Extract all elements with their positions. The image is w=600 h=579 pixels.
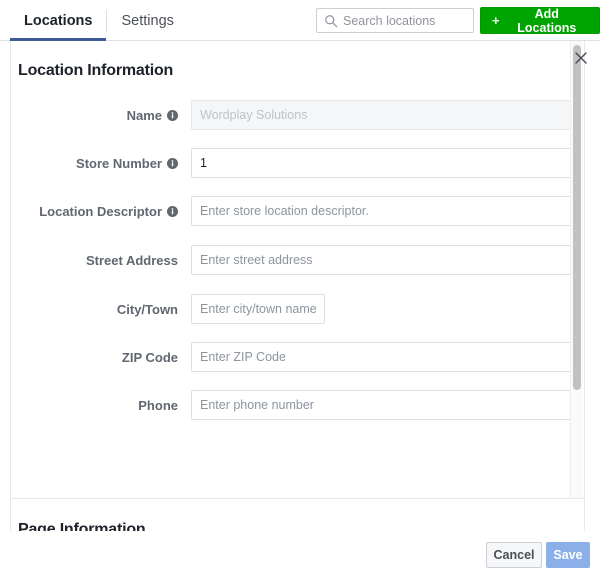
search-icon (325, 14, 338, 27)
label-store-number-text: Store Number (76, 155, 162, 171)
label-store-number: Store Number (11, 156, 178, 171)
input-zip-code[interactable] (191, 342, 576, 372)
scrollbar-thumb[interactable] (573, 45, 581, 390)
search-input[interactable] (343, 13, 463, 28)
input-name (191, 100, 576, 130)
plus-icon: + (492, 13, 500, 28)
save-button[interactable]: Save (546, 542, 590, 568)
label-zip-code-text: ZIP Code (121, 349, 178, 365)
close-button[interactable] (573, 50, 589, 66)
tab-locations-label: Locations (24, 12, 93, 29)
label-street-address-text: Street Address (86, 252, 178, 268)
field-row-city-town: City/Town (11, 294, 584, 324)
tab-settings-label: Settings (121, 12, 174, 29)
label-city-town-text: City/Town (116, 301, 178, 317)
dialog-footer: Cancel Save (0, 531, 600, 579)
search-box[interactable] (316, 8, 474, 33)
label-name: Name (11, 108, 178, 123)
label-phone-text: Phone (138, 397, 178, 413)
cancel-button[interactable]: Cancel (486, 542, 542, 568)
label-city-town: City/Town (11, 302, 178, 317)
section-title-location-information: Location Information (18, 62, 174, 79)
label-location-descriptor-text: Location Descriptor (39, 203, 162, 219)
label-street-address: Street Address (11, 253, 178, 268)
field-row-name: Name (11, 100, 584, 130)
input-city-town[interactable] (191, 294, 325, 324)
close-icon (575, 52, 587, 64)
field-row-phone: Phone (11, 390, 584, 420)
field-row-street-address: Street Address (11, 245, 584, 275)
field-row-location-descriptor: Location Descriptor (11, 196, 584, 226)
tab-bar: Locations Settings (10, 0, 188, 41)
input-location-descriptor[interactable] (191, 196, 576, 226)
add-locations-button[interactable]: + Add Locations (480, 6, 600, 35)
field-row-zip-code: ZIP Code (11, 342, 584, 372)
dialog-scrollbar[interactable] (570, 41, 583, 498)
label-location-descriptor: Location Descriptor (11, 204, 178, 219)
location-information-panel: Location Information Name Store Number (10, 41, 585, 498)
locations-manager-window: Locations Settings + Add Locations (0, 0, 600, 579)
label-phone: Phone (11, 398, 178, 413)
info-icon[interactable] (167, 205, 178, 217)
info-icon[interactable] (167, 157, 178, 169)
input-phone[interactable] (191, 390, 576, 420)
input-street-address[interactable] (191, 245, 576, 275)
tab-locations[interactable]: Locations (10, 0, 107, 41)
label-zip-code: ZIP Code (11, 350, 178, 365)
input-store-number[interactable] (191, 148, 576, 178)
top-bar: Locations Settings + Add Locations (0, 0, 600, 41)
field-row-store-number: Store Number (11, 148, 584, 178)
location-edit-dialog: Location Information Name Store Number (0, 41, 600, 579)
label-name-text: Name (126, 107, 162, 123)
tab-settings[interactable]: Settings (107, 0, 187, 41)
info-icon[interactable] (167, 109, 178, 121)
add-locations-label: Add Locations (517, 6, 577, 35)
